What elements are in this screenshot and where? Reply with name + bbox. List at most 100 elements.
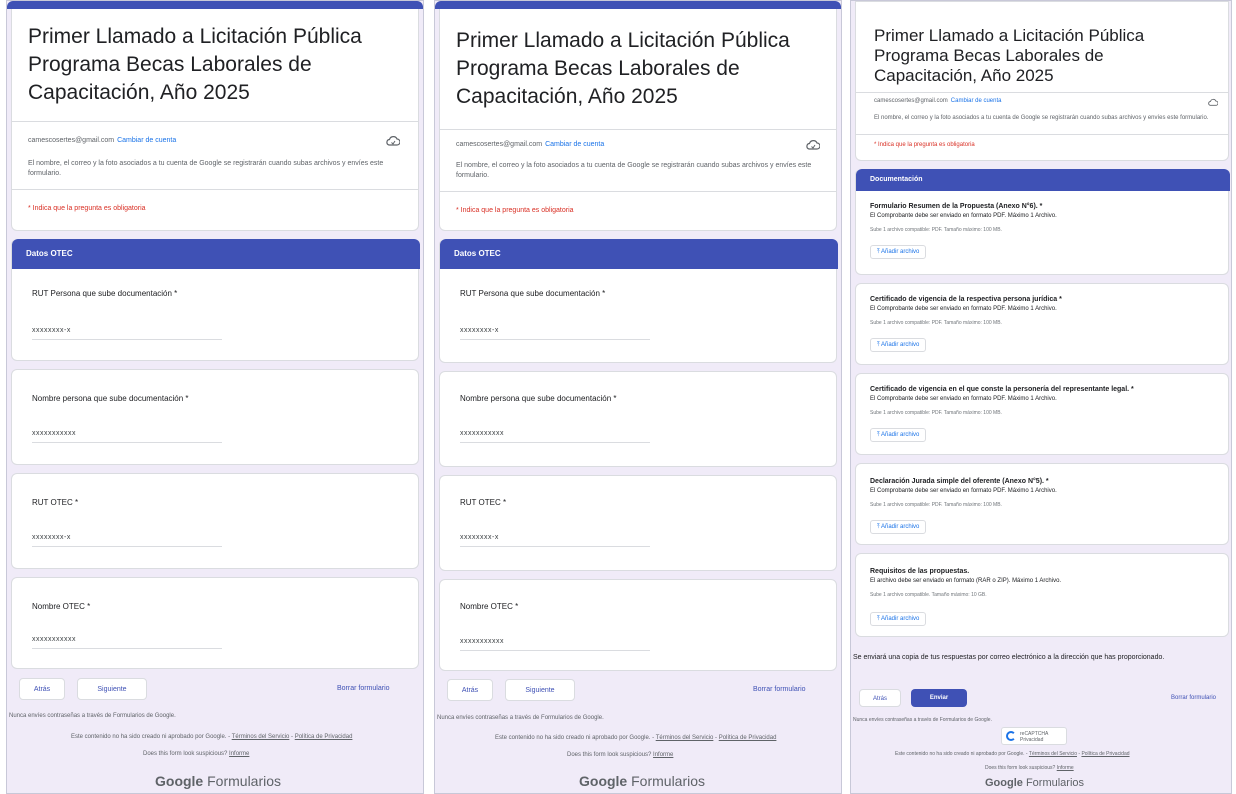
question-input[interactable]: xxxxxxxxxxx: [32, 636, 76, 643]
passwords-notice: Nunca envíes contraseñas a través de For…: [437, 715, 604, 721]
report-link[interactable]: Informe: [229, 751, 249, 757]
input-underline: [32, 546, 222, 547]
upload-file-button[interactable]: ⤒ Añadir archivo: [870, 338, 927, 352]
question-label: Nombre OTEC *: [32, 602, 91, 611]
suspicious-text: Does this form look suspicious?: [567, 752, 652, 758]
account-email: camescosertes@gmail.com: [456, 141, 543, 148]
question-card-nombre-persona: Nombre persona que sube documentación * …: [11, 369, 419, 465]
form-top-bar: [7, 1, 423, 9]
divider: [440, 191, 836, 192]
input-underline: [32, 339, 222, 340]
upload-file-button[interactable]: ⤒ Añadir archivo: [870, 612, 927, 626]
divider: [856, 92, 1228, 93]
record-notice: El nombre, el correo y la foto asociados…: [456, 162, 812, 179]
form-title: Primer Llamado a Licitación Pública Prog…: [28, 23, 362, 107]
privacy-link[interactable]: Política de Privacidad: [295, 734, 353, 740]
doc-question-description: El archivo debe ser enviado en formato (…: [870, 578, 1062, 584]
disclaimer-text: Este contenido no ha sido creado ni apro…: [895, 751, 1025, 757]
suspicious-line: Does this form look suspicious? Informe: [985, 765, 1074, 771]
account-email: camescosertes@gmail.com: [874, 98, 948, 104]
doc-upload-note: Sube 1 archivo compatible: PDF. Tamaño m…: [870, 502, 1002, 508]
form-header-card: Primer Llamado a Licitación Pública Prog…: [11, 9, 419, 231]
form-title-line-3: Capacitación, Año 2025: [874, 66, 1054, 85]
upload-file-button[interactable]: ⤒ Añadir archivo: [870, 428, 927, 442]
upload-label: Añadir archivo: [881, 616, 920, 622]
google-forms-logo: Google Formularios: [155, 773, 281, 789]
doc-question-label: Certificado de vigencia de la respectiva…: [870, 296, 1062, 303]
form-panel-1: Primer Llamado a Licitación Pública Prog…: [6, 0, 424, 794]
recaptcha-text: reCAPTCHA Privacidad: [1020, 731, 1049, 743]
clear-form-button[interactable]: Borrar formulario: [337, 685, 390, 692]
doc-question-label: Declaración Jurada simple del oferente (…: [870, 478, 1049, 485]
back-button[interactable]: Atrás: [447, 679, 493, 701]
doc-card-3: Declaración Jurada simple del oferente (…: [855, 463, 1229, 545]
google-forms-logo: Google Formularios: [985, 777, 1084, 789]
upload-label: Añadir archivo: [881, 249, 920, 255]
google-forms-logo: Google Formularios: [579, 773, 705, 789]
cloud-icon: [806, 140, 820, 150]
form-title-line-3: Capacitación, Año 2025: [456, 85, 678, 108]
doc-question-label: Requisitos de las propuestas.: [870, 568, 970, 575]
account-line: camescosertes@gmail.com Cambiar de cuenta: [28, 137, 176, 144]
upload-file-button[interactable]: ⤒ Añadir archivo: [870, 245, 927, 259]
switch-account-link[interactable]: Cambiar de cuenta: [117, 137, 176, 144]
brand-google: Google: [985, 777, 1023, 789]
question-input[interactable]: xxxxxxxxxxx: [32, 430, 76, 437]
terms-link[interactable]: Términos del Servicio: [656, 735, 714, 741]
upload-file-button[interactable]: ⤒ Añadir archivo: [870, 520, 927, 534]
form-title-line-1: Primer Llamado a Licitación Pública: [28, 25, 362, 48]
terms-link[interactable]: Términos del Servicio: [232, 734, 290, 740]
doc-question-description: El Comprobante debe ser enviado en forma…: [870, 488, 1057, 494]
passwords-notice: Nunca envíes contraseñas a través de For…: [853, 717, 992, 723]
question-input[interactable]: xxxxxxxx-x: [460, 327, 499, 334]
required-notice: * Indica que la pregunta es obligatoria: [28, 205, 146, 212]
form-title-line-3: Capacitación, Año 2025: [28, 81, 250, 104]
input-underline: [460, 546, 650, 547]
privacy-link[interactable]: Política de Privacidad: [1081, 751, 1129, 757]
doc-card-0: Documentación Formulario Resumen de la P…: [855, 169, 1230, 275]
disclaimer-line: Este contenido no ha sido creado ni apro…: [71, 734, 353, 740]
question-input[interactable]: xxxxxxxx-x: [32, 534, 71, 541]
upload-label: Añadir archivo: [881, 432, 920, 438]
question-input[interactable]: xxxxxxxxxxx: [460, 430, 504, 437]
disclaimer-line: Este contenido no ha sido creado ni apro…: [895, 751, 1130, 757]
suspicious-text: Does this form look suspicious?: [143, 751, 228, 757]
question-card-rut-persona: Datos OTEC RUT Persona que sube document…: [439, 239, 838, 363]
brand-google: Google: [155, 773, 204, 789]
doc-upload-note: Sube 1 archivo compatible: PDF. Tamaño m…: [870, 410, 1002, 416]
account-line: camescosertes@gmail.com Cambiar de cuenta: [456, 141, 604, 148]
form-top-bar: [435, 1, 841, 9]
question-input[interactable]: xxxxxxxx-x: [460, 534, 499, 541]
suspicious-line: Does this form look suspicious? Informe: [567, 752, 673, 758]
question-label: Nombre OTEC *: [460, 602, 519, 611]
recaptcha-icon: [1006, 731, 1016, 741]
switch-account-link[interactable]: Cambiar de cuenta: [951, 98, 1002, 104]
back-button[interactable]: Atrás: [19, 678, 65, 700]
clear-form-button[interactable]: Borrar formulario: [1171, 695, 1216, 701]
divider: [856, 134, 1228, 135]
question-card-nombre-persona: Nombre persona que sube documentación * …: [439, 371, 837, 467]
doc-card-2: Certificado de vigencia en el que conste…: [855, 373, 1229, 455]
recaptcha-badge[interactable]: reCAPTCHA Privacidad: [1001, 727, 1067, 745]
switch-account-link[interactable]: Cambiar de cuenta: [545, 141, 604, 148]
question-input[interactable]: xxxxxxxx-x: [32, 327, 71, 334]
privacy-link[interactable]: Política de Privacidad: [719, 735, 777, 741]
doc-question-description: El Comprobante debe ser enviado en forma…: [870, 396, 1057, 402]
section-header: Documentación: [856, 169, 1230, 191]
back-button[interactable]: Atrás: [859, 689, 901, 707]
form-title-line-2: Programa Becas Laborales de: [456, 57, 740, 80]
input-underline: [32, 442, 222, 443]
suspicious-text: Does this form look suspicious?: [985, 765, 1056, 771]
doc-upload-note: Sube 1 archivo compatible: PDF. Tamaño m…: [870, 320, 1002, 326]
clear-form-button[interactable]: Borrar formulario: [753, 686, 806, 693]
question-input[interactable]: xxxxxxxxxxx: [460, 638, 504, 645]
report-link[interactable]: Informe: [653, 752, 673, 758]
terms-link[interactable]: Términos del Servicio: [1029, 751, 1077, 757]
next-button[interactable]: Siguiente: [77, 678, 147, 700]
suspicious-line: Does this form look suspicious? Informe: [143, 751, 249, 757]
question-label: RUT Persona que sube documentación *: [460, 289, 606, 298]
submit-button[interactable]: Enviar: [911, 689, 967, 707]
next-button[interactable]: Siguiente: [505, 679, 575, 701]
report-link[interactable]: Informe: [1057, 765, 1074, 771]
question-card-nombre-otec: Nombre OTEC * xxxxxxxxxxx: [439, 579, 837, 671]
